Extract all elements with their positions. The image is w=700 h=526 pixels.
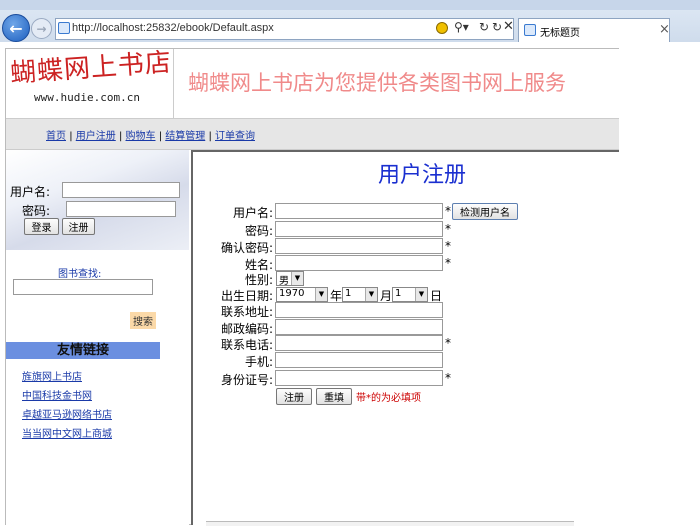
login-button[interactable]: 登录	[24, 218, 59, 235]
chevron-down-icon: ▼	[365, 288, 377, 301]
required-mark: *	[445, 222, 451, 236]
back-button[interactable]: ←	[2, 14, 30, 42]
required-note: 带*的为必填项	[356, 393, 421, 404]
mobile-label: 手机:	[244, 355, 273, 369]
required-mark: *	[445, 239, 451, 253]
id-number-label: 身份证号:	[220, 373, 273, 387]
chevron-down-icon: ▼	[291, 272, 303, 285]
chevron-down-icon: ▼	[415, 288, 427, 301]
nav-separator: |	[158, 131, 163, 142]
address-input[interactable]	[275, 302, 443, 318]
required-mark: *	[445, 371, 451, 385]
chevron-down-icon: ▼	[315, 288, 327, 301]
id-number-input[interactable]	[275, 370, 443, 386]
nav-links: 首页 | 用户注册 | 购物车 | 结算管理 | 订单查询	[46, 127, 255, 142]
nav-separator: |	[208, 131, 212, 142]
month-select[interactable]: 1 ▼	[342, 287, 378, 302]
sidebar-register-button[interactable]: 注册	[62, 218, 95, 235]
search-icon[interactable]: ⚲▾	[454, 20, 469, 34]
nav-separator: |	[69, 131, 73, 142]
nav-home[interactable]: 首页	[46, 131, 66, 142]
username-label: 用户名:	[232, 206, 273, 220]
stop-icon[interactable]: ↻	[492, 20, 502, 34]
friend-link[interactable]: 当当网中文网上商城	[22, 425, 112, 440]
page-title: 用户注册	[378, 163, 467, 188]
month-value: 1	[345, 288, 352, 299]
friend-link[interactable]: 卓越亚马逊网络书店	[22, 406, 112, 421]
nav-cart[interactable]: 购物车	[126, 131, 156, 142]
birth-label: 出生日期:	[220, 289, 273, 303]
zip-label: 邮政编码:	[220, 322, 273, 336]
refresh-icon[interactable]: ↻	[479, 20, 489, 34]
zip-input[interactable]	[275, 319, 443, 335]
friend-link[interactable]: 旌旗网上书店	[22, 368, 82, 383]
forward-button[interactable]: →	[31, 18, 52, 39]
sidebar-username-label: 用户名:	[10, 185, 51, 199]
required-mark: *	[445, 256, 451, 270]
book-search-button[interactable]: 搜索	[130, 312, 156, 329]
friend-link[interactable]: 中国科技金书网	[22, 387, 92, 402]
phone-label: 联系电话:	[220, 338, 273, 352]
name-input[interactable]	[275, 255, 443, 271]
year-select[interactable]: 1970 ▼	[276, 287, 328, 302]
logo-url: www.hudie.com.cn	[34, 91, 140, 104]
password-input[interactable]	[275, 221, 443, 237]
gender-select[interactable]: 男 ▼	[276, 271, 304, 287]
nav-orders[interactable]: 订单查询	[215, 131, 255, 142]
tab-favicon-icon	[524, 24, 536, 36]
forward-arrow-icon: →	[36, 21, 47, 36]
book-search-input[interactable]	[13, 279, 153, 295]
phone-input[interactable]	[275, 335, 443, 351]
compat-view-icon[interactable]	[436, 22, 448, 34]
required-mark: *	[445, 336, 451, 350]
reset-button[interactable]: 重填	[316, 388, 352, 405]
page-favicon-icon	[58, 22, 70, 34]
confirm-password-label: 确认密码:	[220, 241, 273, 255]
banner: 蝴蝶网上书店为您提供各类图书网上服务	[174, 49, 619, 118]
logo: 蝴蝶网上书店 www.hudie.com.cn	[6, 48, 174, 118]
nav-bar: 首页 | 用户注册 | 购物车 | 结算管理 | 订单查询	[6, 118, 619, 150]
gender-value: 男	[279, 276, 289, 287]
tab-title: 无标题页	[540, 28, 580, 39]
check-username-button[interactable]: 检测用户名	[452, 203, 518, 220]
friend-links-title: 友情链接	[56, 343, 109, 358]
nav-checkout[interactable]: 结算管理	[165, 131, 205, 142]
tab-close-icon[interactable]: ×	[659, 22, 670, 37]
sidebar-password-input[interactable]	[66, 201, 176, 217]
banner-text: 蝴蝶网上书店为您提供各类图书网上服务	[188, 71, 566, 95]
sidebar-password-label: 密码:	[22, 204, 51, 218]
sidebar-sky-background	[6, 150, 189, 250]
confirm-password-input[interactable]	[275, 238, 443, 254]
password-label: 密码:	[244, 224, 273, 238]
required-mark: *	[445, 204, 451, 218]
friend-links-header: 友情链接	[6, 342, 160, 359]
username-input[interactable]	[275, 203, 443, 219]
nav-separator: |	[118, 131, 123, 142]
address-url[interactable]: http://localhost:25832/ebook/Default.asp…	[72, 22, 274, 34]
back-arrow-icon: ←	[9, 18, 23, 38]
gender-label: 性别:	[244, 273, 273, 287]
year-value: 1970	[279, 288, 305, 299]
mobile-input[interactable]	[275, 352, 443, 368]
sidebar-username-input[interactable]	[62, 182, 180, 198]
book-search-label: 图书查找:	[58, 269, 102, 280]
day-value: 1	[395, 288, 402, 299]
address-label: 联系地址:	[220, 305, 273, 319]
submit-register-button[interactable]: 注册	[276, 388, 312, 405]
logo-text: 蝴蝶网上书店	[9, 47, 173, 89]
nav-register[interactable]: 用户注册	[76, 131, 116, 142]
day-select[interactable]: 1 ▼	[392, 287, 428, 302]
close-page-icon[interactable]: ✕	[503, 19, 514, 34]
window-titlebar	[0, 0, 700, 10]
bottom-edge	[206, 521, 574, 526]
